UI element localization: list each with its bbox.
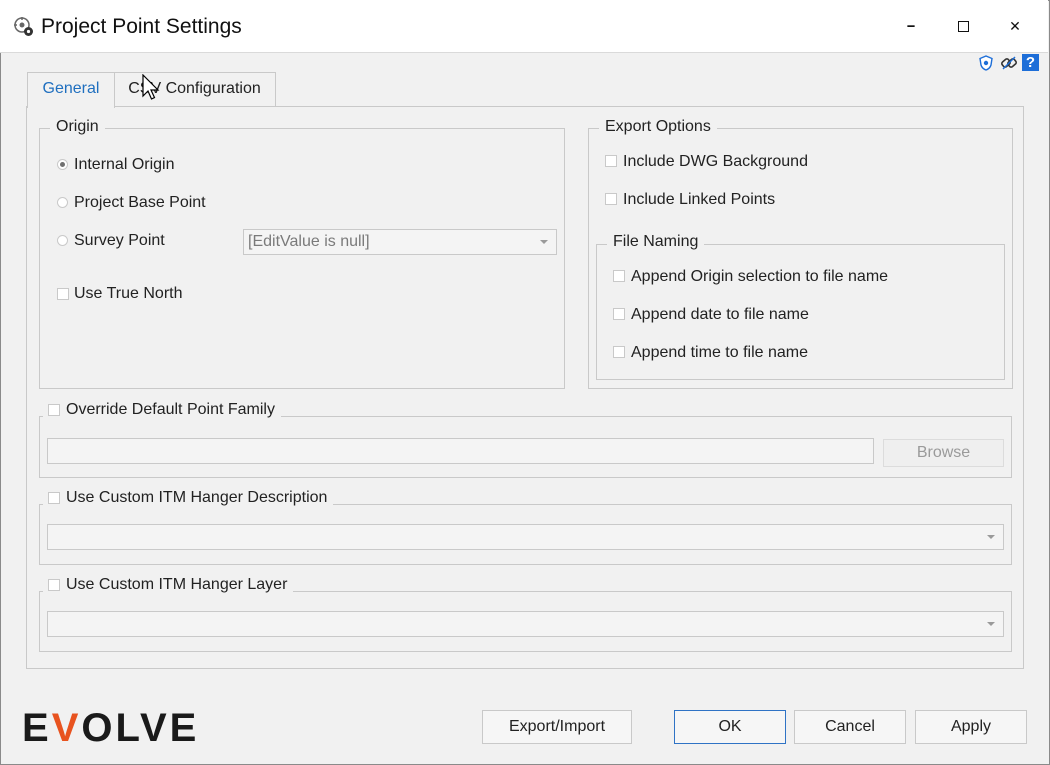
custom-layer-legend: Use Custom ITM Hanger Layer bbox=[43, 576, 294, 594]
origin-legend: Origin bbox=[50, 118, 105, 136]
close-icon: ✕ bbox=[1009, 17, 1021, 34]
custom-description-legend: Use Custom ITM Hanger Description bbox=[43, 489, 334, 507]
chevron-down-icon bbox=[987, 622, 995, 626]
radio-internal-origin[interactable] bbox=[57, 159, 68, 170]
mouse-cursor-icon bbox=[142, 73, 160, 107]
include-dwg-checkbox[interactable] bbox=[605, 155, 617, 167]
append-time-checkbox[interactable] bbox=[613, 346, 625, 358]
help-icon[interactable]: ? bbox=[1022, 54, 1039, 71]
tab-csv-label: CSV Configuration bbox=[128, 80, 261, 97]
browse-button[interactable]: Browse bbox=[883, 439, 1004, 467]
use-true-north-checkbox[interactable] bbox=[57, 288, 69, 300]
radio-project-base-point[interactable] bbox=[57, 197, 68, 208]
file-naming-legend: File Naming bbox=[607, 233, 705, 251]
shield-icon[interactable] bbox=[978, 55, 994, 71]
include-dwg-label[interactable]: Include DWG Background bbox=[623, 153, 808, 171]
custom-description-dropdown[interactable] bbox=[47, 524, 1004, 550]
append-date-label[interactable]: Append date to file name bbox=[631, 306, 809, 324]
tab-general[interactable]: General bbox=[27, 72, 115, 108]
append-origin-label[interactable]: Append Origin selection to file name bbox=[631, 268, 888, 286]
custom-description-checkbox[interactable] bbox=[48, 492, 60, 504]
append-date-checkbox[interactable] bbox=[613, 308, 625, 320]
include-linked-checkbox[interactable] bbox=[605, 193, 617, 205]
override-family-checkbox[interactable] bbox=[48, 404, 60, 416]
minimize-icon: 🗕 bbox=[906, 17, 916, 32]
evolve-logo: EVOLVE bbox=[22, 706, 200, 750]
radio-project-base-point-label[interactable]: Project Base Point bbox=[74, 194, 206, 212]
radio-survey-point[interactable] bbox=[57, 235, 68, 246]
minimize-button[interactable]: 🗕 bbox=[888, 8, 934, 44]
maximize-icon bbox=[957, 20, 969, 32]
custom-description-label[interactable]: Use Custom ITM Hanger Description bbox=[66, 489, 327, 506]
ok-button[interactable]: OK bbox=[674, 710, 786, 744]
link-icon[interactable] bbox=[1000, 54, 1018, 72]
custom-layer-dropdown[interactable] bbox=[47, 611, 1004, 637]
custom-layer-label[interactable]: Use Custom ITM Hanger Layer bbox=[66, 576, 287, 593]
custom-layer-checkbox[interactable] bbox=[48, 579, 60, 591]
title-separator bbox=[0, 52, 1048, 53]
tab-csv-configuration[interactable]: CSV Configuration bbox=[113, 72, 276, 107]
cancel-button[interactable]: Cancel bbox=[794, 710, 906, 744]
close-button[interactable]: ✕ bbox=[992, 8, 1038, 44]
append-time-label[interactable]: Append time to file name bbox=[631, 344, 808, 362]
override-family-legend: Override Default Point Family bbox=[43, 401, 281, 419]
append-origin-checkbox[interactable] bbox=[613, 270, 625, 282]
use-true-north-label[interactable]: Use True North bbox=[74, 285, 182, 303]
survey-point-dropdown-value: [EditValue is null] bbox=[248, 233, 370, 250]
settings-gear-icon bbox=[13, 16, 35, 38]
apply-button[interactable]: Apply bbox=[915, 710, 1027, 744]
point-family-path-input[interactable] bbox=[47, 438, 874, 464]
chevron-down-icon bbox=[987, 535, 995, 539]
radio-survey-point-label[interactable]: Survey Point bbox=[74, 232, 165, 250]
chevron-down-icon bbox=[540, 240, 548, 244]
maximize-button[interactable] bbox=[940, 8, 986, 44]
radio-internal-origin-label[interactable]: Internal Origin bbox=[74, 156, 175, 174]
tab-general-label: General bbox=[42, 80, 100, 97]
override-family-label[interactable]: Override Default Point Family bbox=[66, 401, 275, 418]
export-options-legend: Export Options bbox=[599, 118, 717, 136]
window-title: Project Point Settings bbox=[41, 15, 242, 38]
include-linked-label[interactable]: Include Linked Points bbox=[623, 191, 775, 209]
survey-point-dropdown[interactable]: [EditValue is null] bbox=[243, 229, 557, 255]
export-import-button[interactable]: Export/Import bbox=[482, 710, 632, 744]
